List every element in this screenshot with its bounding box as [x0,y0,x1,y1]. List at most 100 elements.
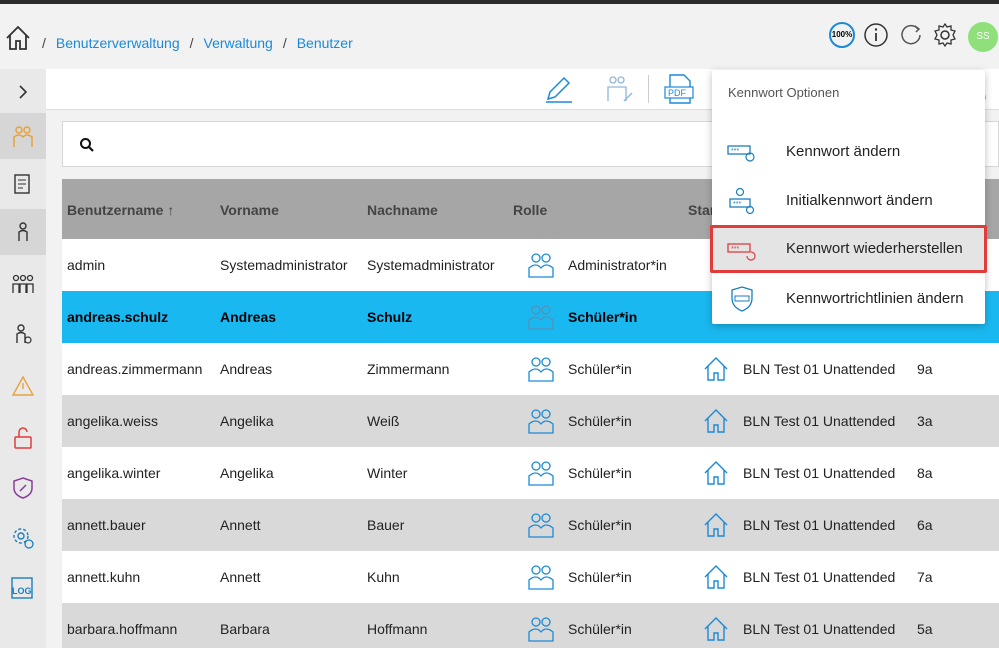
sidebar-item-groups-icon[interactable] [0,261,46,307]
school-home-icon [702,407,730,435]
cell-firstname: Andreas [220,361,273,377]
edit-users-icon[interactable] [602,73,636,105]
cell-role: Administrator*in [568,257,667,273]
pdf-export-icon[interactable]: PDF [662,73,696,105]
change-initial-password-label: Initialkennwort ändern [786,192,933,209]
gear-icon[interactable] [932,22,958,48]
change-initial-password-item[interactable]: *** Initialkennwort ändern [712,177,985,225]
svg-text:PDF: PDF [668,88,687,98]
sort-ascending-icon: ↑ [167,202,175,218]
change-password-policy-label: Kennwortrichtlinien ändern [786,290,964,307]
cell-username: angelika.weiss [67,413,159,429]
cell-firstname: Angelika [220,413,274,429]
search-icon [79,137,95,153]
restore-password-item[interactable]: *** Kennwort wiederherstellen [710,225,987,273]
cell-firstname: Andreas [220,309,277,325]
restore-password-label: Kennwort wiederherstellen [786,240,963,257]
cell-username: andreas.schulz [67,309,169,325]
password-restore-icon: *** [726,236,758,264]
cell-role: Schüler*in [568,569,632,585]
sidebar-expand-chevron-icon[interactable] [0,69,46,115]
avatar[interactable]: SS [968,22,998,52]
cell-username: angelika.winter [67,465,161,481]
home-icon[interactable] [4,24,32,52]
search-input[interactable] [107,130,707,158]
cell-site: BLN Test 01 Unattended [743,361,896,377]
cell-firstname: Annett [220,517,261,533]
table-row[interactable]: annett.kuhn Annett Kuhn Schüler*in BLN Test … [62,551,999,603]
role-users-icon [526,250,556,280]
cell-role: Schüler*in [568,517,632,533]
sidebar: LOG [0,69,46,648]
svg-text:***: *** [731,246,739,253]
table-row[interactable]: annett.bauer Annett Bauer Schüler*in BLN Tes… [62,499,999,551]
cell-role: Schüler*in [568,465,632,481]
table-row[interactable]: angelika.winter Angelika Winter Schüler*in B… [62,447,999,499]
header: / Benutzerverwaltung / Verwaltung / Benu… [0,4,999,69]
edit-pencil-icon[interactable] [542,73,576,105]
cell-class: 9a [917,361,933,377]
change-password-label: Kennwort ändern [786,143,901,160]
sidebar-item-user-settings-icon[interactable] [0,311,46,357]
cell-site: BLN Test 01 Unattended [743,465,896,481]
breadcrumb: / Benutzerverwaltung / Verwaltung / Benu… [42,35,353,51]
password-change-icon: *** [726,138,758,166]
breadcrumb-verwaltung[interactable]: Verwaltung [204,35,273,51]
cell-firstname: Systemadministrator [220,257,348,273]
cell-username: andreas.zimmermann [67,361,203,377]
cell-role: Schüler*in [568,361,632,377]
school-home-icon [702,563,730,591]
school-home-icon [702,355,730,383]
info-icon[interactable] [863,22,889,48]
zoom-badge[interactable]: 100% [829,22,855,48]
cell-lastname: Systemadministrator [367,257,495,273]
school-home-icon [702,459,730,487]
cell-lastname: Bauer [367,517,405,533]
change-password-item[interactable]: *** Kennwort ändern [712,128,985,176]
cell-lastname: Winter [367,465,408,481]
table-row[interactable]: barbara.hoffmann Barbara Hoffmann Schüler*i… [62,603,999,648]
school-home-icon [702,615,730,643]
initial-password-icon: *** [726,187,758,215]
column-header-lastname[interactable]: Nachname [367,202,438,218]
sidebar-item-warning-icon[interactable] [0,363,46,409]
password-options-dropdown: Kennwort Optionen *** Kennwort ändern **… [710,70,987,324]
cell-role: Schüler*in [568,621,632,637]
role-users-icon [526,510,556,540]
sidebar-item-log-icon[interactable]: LOG [0,565,46,611]
role-users-icon [526,562,556,592]
cell-role: Schüler*in [568,413,632,429]
role-users-icon [526,302,556,332]
svg-text:***: *** [733,201,741,208]
role-users-icon [526,614,556,644]
column-header-role[interactable]: Rolle [513,202,547,218]
cell-username: admin [67,257,106,273]
sidebar-item-users-group-icon[interactable] [0,113,46,159]
change-password-policy-item[interactable]: Kennwortrichtlinien ändern [712,275,985,323]
column-header-username[interactable]: Benutzername ↑ [67,202,174,218]
sidebar-item-report-icon[interactable] [0,161,46,207]
sidebar-item-user-icon[interactable] [0,209,46,255]
school-home-icon [702,511,730,539]
cell-class: 6a [917,517,933,533]
sidebar-item-shield-icon[interactable] [0,465,46,511]
cell-username: annett.bauer [67,517,146,533]
svg-text:***: *** [731,148,739,155]
breadcrumb-benutzer[interactable]: Benutzer [297,35,353,51]
sidebar-item-unlock-icon[interactable] [0,415,46,461]
cell-lastname: Hoffmann [367,621,428,637]
column-header-firstname[interactable]: Vorname [220,202,279,218]
cell-username: barbara.hoffmann [67,621,178,637]
refresh-icon[interactable] [898,22,924,48]
table-row[interactable]: andreas.zimmermann Andreas Zimmermann Schül… [62,343,999,395]
cell-class: 3a [917,413,933,429]
breadcrumb-benutzerverwaltung[interactable]: Benutzerverwaltung [56,35,180,51]
cell-site: BLN Test 01 Unattended [743,569,896,585]
cell-role: Schüler*in [568,309,638,325]
cell-class: 8a [917,465,933,481]
cell-lastname: Zimmermann [367,361,450,377]
cell-username: annett.kuhn [67,569,141,585]
sidebar-item-system-settings-icon[interactable] [0,515,46,561]
table-row[interactable]: angelika.weiss Angelika Weiß Schüler*in BLN … [62,395,999,447]
cell-class: 7a [917,569,933,585]
